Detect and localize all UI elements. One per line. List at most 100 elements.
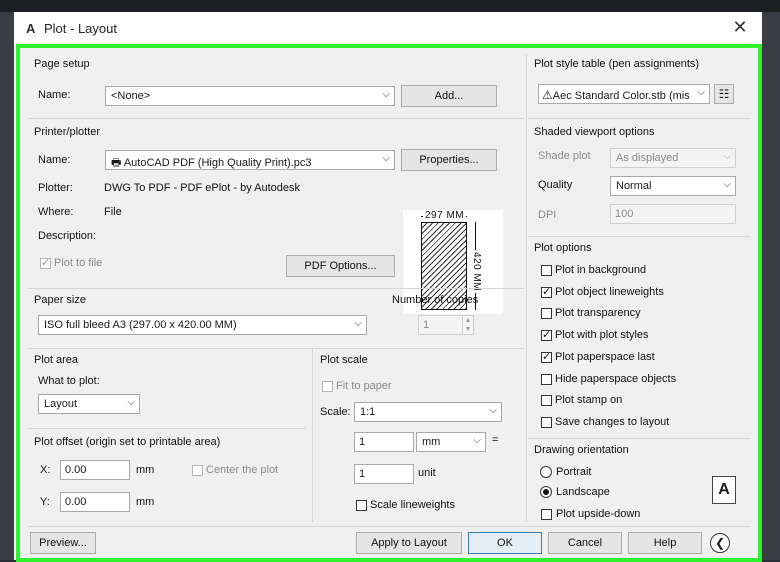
- paper-height-label: 420 MM: [471, 250, 482, 294]
- plot-option-checkbox[interactable]: [541, 265, 552, 276]
- checkmark-icon: ✓: [542, 350, 552, 363]
- plotter-label: Plotter:: [38, 182, 73, 194]
- printer-name-value: AutoCAD PDF (High Quality Print).pc3: [123, 157, 312, 169]
- separator: [312, 348, 313, 522]
- checkmark-icon: ✓: [542, 285, 552, 298]
- plot-offset-title: Plot offset (origin set to printable are…: [34, 436, 221, 448]
- printer-name-label: Name:: [38, 154, 71, 166]
- equals-sign: =: [492, 434, 499, 446]
- scale-value1-input[interactable]: 1: [354, 432, 414, 452]
- separator: [528, 118, 750, 119]
- quality-value: Normal: [616, 180, 652, 192]
- scale-lineweights-checkbox[interactable]: [356, 500, 367, 511]
- plot-options-title: Plot options: [534, 242, 592, 254]
- printer-properties-button[interactable]: Properties...: [401, 149, 497, 171]
- plot-option-checkbox[interactable]: [541, 416, 552, 428]
- plot-to-file-checkbox[interactable]: ✓: [40, 257, 51, 269]
- plot-option-label: Hide paperspace objects: [555, 372, 677, 385]
- ok-button[interactable]: OK: [468, 532, 542, 554]
- plot-option-checkbox[interactable]: ✓: [541, 285, 552, 298]
- plot-option-checkbox[interactable]: [541, 373, 552, 385]
- separator: [526, 54, 527, 522]
- copies-spinner[interactable]: ▲ ▼: [462, 315, 474, 335]
- plot-option-checkbox[interactable]: [541, 308, 552, 320]
- plotter-value: DWG To PDF - PDF ePlot - by Autodesk: [104, 182, 301, 194]
- offset-x-input[interactable]: 0.00: [60, 460, 130, 480]
- upside-down-checkbox[interactable]: [541, 509, 552, 520]
- plot-style-value: Aec Standard Color.stb (mis: [552, 90, 690, 102]
- plot-option-label: Plot object lineweights: [555, 285, 664, 298]
- separator: [28, 288, 524, 289]
- chevron-down-icon: ⌵: [489, 405, 497, 416]
- scale-lineweights-label: Scale lineweights: [370, 499, 455, 511]
- shade-plot-dropdown[interactable]: As displayed ⌵: [610, 148, 736, 168]
- plot-to-file-label: Plot to file: [54, 257, 103, 269]
- background-app-strip: [0, 0, 780, 12]
- plot-scale-title: Plot scale: [320, 354, 368, 366]
- description-label: Description:: [38, 230, 97, 242]
- quality-dropdown[interactable]: Normal ⌵: [610, 176, 736, 196]
- upside-down-label: Plot upside-down: [556, 508, 641, 520]
- paper-size-title: Paper size: [34, 294, 86, 306]
- quality-label: Quality: [538, 179, 573, 191]
- paper-size-dropdown[interactable]: ISO full bleed A3 (297.00 x 420.00 MM) ⌵: [38, 315, 367, 335]
- cancel-button[interactable]: Cancel: [548, 532, 622, 554]
- dpi-label: DPI: [538, 209, 557, 221]
- plot-option-label: Plot in background: [555, 264, 647, 276]
- background-app-right: [762, 12, 780, 560]
- plot-style-title: Plot style table (pen assignments): [534, 58, 700, 70]
- chevron-down-icon: ⌵: [723, 179, 731, 190]
- help-button[interactable]: Help: [628, 532, 702, 554]
- radio-selected-dot: [543, 489, 549, 495]
- scale-value: 1:1: [360, 406, 376, 418]
- add-page-setup-button[interactable]: Add...: [401, 85, 497, 107]
- background-app-left: [0, 12, 14, 560]
- offset-y-unit: mm: [136, 496, 155, 508]
- what-to-plot-value: Layout: [44, 398, 78, 410]
- scale-dropdown[interactable]: 1:1 ⌵: [354, 402, 502, 422]
- page-setup-name-dropdown[interactable]: <None> ⌵: [105, 86, 395, 106]
- scale-unit-value: mm: [422, 436, 441, 448]
- separator: [28, 526, 750, 527]
- title-bar: A Plot - Layout ✕: [14, 12, 762, 44]
- plot-style-dropdown[interactable]: ⚠Aec Standard Color.stb (mis ⌵: [538, 84, 710, 104]
- printer-icon: 🖶: [111, 157, 124, 169]
- where-value: File: [104, 206, 122, 218]
- chevron-down-icon: ⌵: [473, 435, 481, 446]
- portrait-label: Portrait: [556, 466, 592, 478]
- separator: [528, 236, 750, 237]
- plot-option-checkbox[interactable]: ✓: [541, 329, 552, 342]
- printer-name-dropdown[interactable]: 🖶 AutoCAD PDF (High Quality Print).pc3 ⌵: [105, 150, 395, 170]
- where-label: Where:: [38, 206, 74, 218]
- pdf-options-button[interactable]: PDF Options...: [286, 255, 395, 277]
- apply-to-layout-button[interactable]: Apply to Layout: [356, 532, 462, 554]
- collapse-options-button[interactable]: ❮: [710, 533, 730, 553]
- separator: [28, 118, 524, 119]
- shade-plot-label: Shade plot: [538, 150, 591, 162]
- page-setup-name-value: <None>: [111, 90, 151, 102]
- preview-button[interactable]: Preview...: [30, 532, 96, 554]
- copies-title: Number of copies: [392, 294, 479, 306]
- plot-option-checkbox[interactable]: [541, 395, 552, 407]
- dpi-input[interactable]: 100: [610, 204, 736, 224]
- chevron-down-icon: ⌵: [697, 87, 705, 98]
- portrait-radio[interactable]: [540, 466, 552, 478]
- scale-unit-dropdown[interactable]: mm ⌵: [416, 432, 486, 452]
- center-plot-label: Center the plot: [206, 464, 279, 476]
- separator: [28, 348, 524, 349]
- dialog-body: Page setup Name: <None> ⌵ Add... Printer…: [16, 44, 762, 562]
- edit-table-icon: ☷: [718, 87, 730, 101]
- edit-plot-style-button[interactable]: ☷: [714, 84, 734, 104]
- fit-to-paper-checkbox[interactable]: [322, 381, 333, 392]
- what-to-plot-dropdown[interactable]: Layout ⌵: [38, 394, 140, 414]
- landscape-radio[interactable]: [540, 486, 552, 498]
- page-setup-title: Page setup: [34, 58, 90, 70]
- copies-input[interactable]: 1: [418, 315, 464, 335]
- center-plot-checkbox[interactable]: [192, 465, 203, 476]
- plot-option-label: Plot stamp on: [555, 394, 623, 407]
- scale-value2-input[interactable]: 1: [354, 464, 414, 484]
- offset-y-input[interactable]: 0.00: [60, 492, 130, 512]
- plot-area-title: Plot area: [34, 354, 79, 366]
- close-button[interactable]: ✕: [730, 17, 750, 38]
- plot-option-checkbox[interactable]: ✓: [541, 350, 552, 363]
